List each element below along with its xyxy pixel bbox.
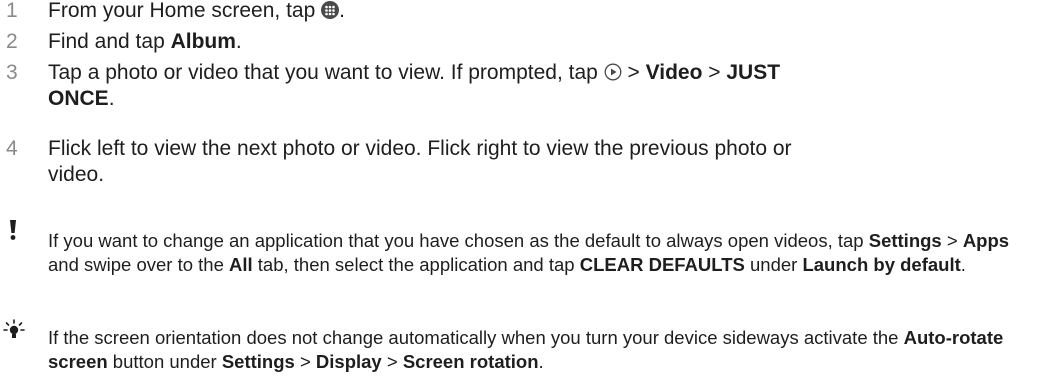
note-text: . (538, 351, 544, 372)
separator: > (294, 351, 316, 372)
all-tab-label: All (229, 254, 253, 275)
step-4: 4 Flick left to view the next photo or v… (0, 136, 848, 188)
note-text: If you want to change an application tha… (48, 230, 869, 251)
step-text-end: . (339, 0, 345, 22)
separator: > (621, 61, 646, 84)
clear-defaults-label: CLEAR DEFAULTS (579, 254, 745, 275)
launch-by-default-label: Launch by default (802, 254, 961, 275)
step-text-end: . (108, 87, 115, 110)
note-text: If the screen orientation does not chang… (48, 327, 904, 348)
display-label: Display (315, 351, 382, 372)
note-text: button under (107, 351, 222, 372)
separator: > (702, 61, 727, 84)
separator: > (941, 230, 963, 251)
step-number: 2 (6, 30, 18, 53)
step-1: 1 From your Home screen, tap . (0, 0, 345, 24)
video-label: Video (645, 61, 703, 84)
settings-label: Settings (868, 230, 942, 251)
step-text: From your Home screen, tap (48, 0, 322, 22)
step-text: Tap a photo or video that you want to vi… (48, 61, 604, 84)
step-number: 4 (6, 137, 18, 160)
step-text: Find and tap (48, 30, 171, 53)
step-3: 3 Tap a photo or video that you want to … (0, 60, 848, 112)
step-number: 3 (6, 61, 18, 84)
tip-note: If the screen orientation does not chang… (48, 326, 1038, 374)
step-text-end: . (235, 30, 242, 53)
apps-grid-icon (321, 1, 340, 19)
note-text: . (960, 254, 966, 275)
exclamation-icon (10, 220, 16, 240)
play-circle-icon (604, 63, 622, 81)
album-label: Album (170, 30, 236, 53)
separator: > (381, 351, 403, 372)
screen-rotation-label: Screen rotation (402, 351, 539, 372)
warning-note: If you want to change an application tha… (48, 229, 1038, 277)
step-2: 2 Find and tap Album. (0, 29, 242, 55)
note-text: tab, then select the application and tap (252, 254, 580, 275)
apps-label: Apps (962, 230, 1010, 251)
note-text: and swipe over to the (48, 254, 229, 275)
note-text: under (744, 254, 803, 275)
settings-label: Settings (221, 351, 295, 372)
step-number: 1 (6, 0, 18, 22)
step-text: Flick left to view the next photo or vid… (48, 137, 792, 186)
lightbulb-icon (3, 319, 25, 338)
